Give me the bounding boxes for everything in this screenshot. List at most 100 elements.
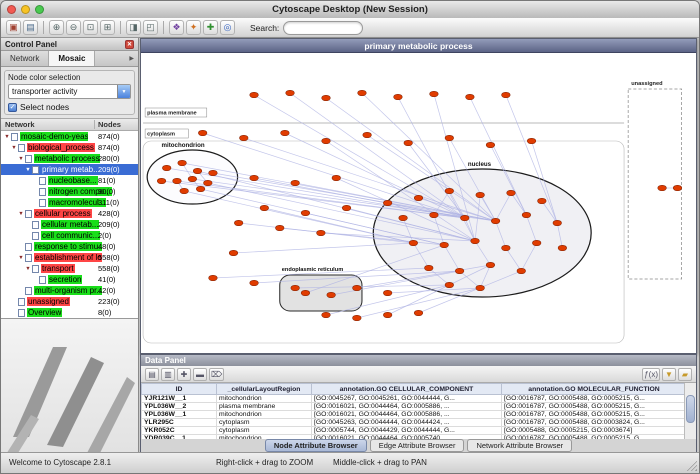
network-node[interactable] [291, 285, 300, 291]
column-header[interactable]: _cellularLayoutRegion [217, 384, 312, 395]
column-header[interactable]: annotation.GO MOLECULAR_FUNCTION [502, 384, 687, 395]
network-node[interactable] [301, 210, 310, 216]
network-node[interactable] [486, 142, 495, 148]
network-node[interactable] [209, 170, 218, 176]
network-node[interactable] [180, 188, 189, 194]
table-cell[interactable]: YPL036W__2 [142, 403, 217, 411]
tree-row[interactable]: nitrogen compo...90(0) [1, 186, 138, 197]
open-session-icon[interactable]: ▤ [23, 20, 38, 35]
network-node[interactable] [383, 290, 392, 296]
zoom-out-icon[interactable]: ⊖ [66, 20, 81, 35]
table-row[interactable]: YLR295Ccytoplasm[GO:0045263, GO:0044444,… [142, 419, 687, 427]
network-node[interactable] [658, 185, 667, 191]
zoom-in-icon[interactable]: ⊕ [49, 20, 64, 35]
tree-row[interactable]: ▼cellular process428(0) [1, 208, 138, 219]
network-node[interactable] [250, 280, 259, 286]
table-row[interactable]: YDR039C__1mitochondrion[GO:0016021, GO:0… [142, 435, 687, 440]
network-node[interactable] [460, 215, 469, 221]
show-graphics-details-icon[interactable]: ◨ [126, 20, 141, 35]
network-node[interactable] [404, 140, 413, 146]
tree-row[interactable]: ▼metabolic process280(0) [1, 153, 138, 164]
table-cell[interactable]: cytoplasm [217, 427, 312, 435]
color-attribute-dropdown[interactable]: transporter activity ▼ [8, 84, 131, 99]
table-cell[interactable]: YPL036W__1 [142, 411, 217, 419]
tab-mosaic[interactable]: Mosaic [49, 51, 95, 66]
network-node[interactable] [353, 285, 362, 291]
network-node[interactable] [291, 180, 300, 186]
network-node[interactable] [301, 290, 310, 296]
table-cell[interactable]: [GO:0045263, GO:0044444, GO:0044424, ... [312, 419, 502, 427]
network-node[interactable] [445, 135, 454, 141]
network-node[interactable] [445, 282, 454, 288]
expander-icon[interactable]: ▼ [24, 266, 32, 272]
tree-row[interactable]: response to stimu...48(0) [1, 241, 138, 252]
table-cell[interactable]: mitochondrion [217, 411, 312, 419]
network-node[interactable] [527, 138, 536, 144]
network-node[interactable] [476, 192, 485, 198]
tree-row[interactable]: secretion41(0) [1, 274, 138, 285]
zoom-selected-icon[interactable]: ⊡ [83, 20, 98, 35]
tree-row[interactable]: cell communic...2(0) [1, 230, 138, 241]
expander-icon[interactable]: ▼ [10, 145, 18, 151]
vizmapper-icon[interactable]: ✦ [186, 20, 201, 35]
table-cell[interactable]: YKR052C [142, 427, 217, 435]
network-node[interactable] [502, 92, 511, 98]
table-cell[interactable]: [GO:0005744, GO:0044429, GO:0044444, G..… [312, 427, 502, 435]
tab-network[interactable]: Network [1, 51, 49, 66]
tree-row[interactable]: unassigned223(0) [1, 296, 138, 307]
network-node[interactable] [275, 225, 284, 231]
table-cell[interactable]: plasma membrane [217, 403, 312, 411]
network-node[interactable] [471, 238, 480, 244]
network-node[interactable] [322, 138, 331, 144]
tree-row[interactable]: ▼primary metab...209(0) [1, 164, 138, 175]
network-node[interactable] [538, 198, 547, 204]
network-node[interactable] [322, 95, 331, 101]
column-header[interactable]: annotation.GO CELLULAR_COMPONENT [312, 384, 502, 395]
table-cell[interactable]: [GO:0016787, GO:0005488, GO:0005215, G..… [502, 435, 687, 440]
network-node[interactable] [455, 268, 464, 274]
network-node[interactable] [281, 130, 290, 136]
table-row[interactable]: YKR052Ccytoplasm[GO:0005744, GO:0044429,… [142, 427, 687, 435]
close-window-button[interactable] [7, 5, 16, 14]
formula-builder-icon[interactable]: ƒ(x) [642, 368, 660, 381]
tree-row[interactable]: Overview8(0) [1, 307, 138, 318]
network-node[interactable] [424, 265, 433, 271]
network-node[interactable] [383, 312, 392, 318]
close-panel-icon[interactable]: ✕ [125, 40, 134, 49]
table-cell[interactable]: mitochondrion [217, 395, 312, 403]
table-cell[interactable]: [GO:0016787, GO:0005488, GO:0005215, G..… [502, 403, 687, 411]
expander-icon[interactable]: ▼ [24, 167, 32, 173]
tab-scroll-right-icon[interactable]: ▶ [125, 51, 138, 66]
tree-row[interactable]: cellular metab...209(0) [1, 219, 138, 230]
network-node[interactable] [327, 292, 336, 298]
unselect-attributes-icon[interactable]: ▥ [161, 368, 175, 381]
expander-icon[interactable]: ▼ [17, 211, 25, 217]
select-nodes-checkbox[interactable]: ✓ [8, 103, 17, 112]
network-node[interactable] [193, 168, 202, 174]
network-node[interactable] [414, 310, 423, 316]
trash-icon[interactable]: ⌦ [209, 368, 224, 381]
table-cell[interactable]: mitochondrion [217, 435, 312, 440]
network-node[interactable] [358, 90, 367, 96]
tree-row[interactable]: ▼establishment of lo...558(0) [1, 252, 138, 263]
network-node[interactable] [188, 176, 197, 182]
tab-node-attribute-browser[interactable]: Node Attribute Browser [265, 439, 367, 452]
network-overview-icon[interactable]: ◰ [143, 20, 158, 35]
table-cell[interactable]: YLR295C [142, 419, 217, 427]
network-node[interactable] [286, 90, 295, 96]
network-node[interactable] [239, 135, 248, 141]
save-session-icon[interactable]: ▣ [6, 20, 21, 35]
manage-plugins-icon[interactable]: ✚ [203, 20, 218, 35]
table-row[interactable]: YPL036W__2plasma membrane[GO:0016021, GO… [142, 403, 687, 411]
expander-icon[interactable]: ▼ [3, 134, 11, 140]
tree-row[interactable]: multi-organism pr...42(0) [1, 285, 138, 296]
network-node[interactable] [198, 130, 207, 136]
network-node[interactable] [196, 186, 205, 192]
table-row[interactable]: YPL036W__1mitochondrion[GO:0016021, GO:0… [142, 411, 687, 419]
network-node[interactable] [673, 185, 682, 191]
network-node[interactable] [440, 242, 449, 248]
apply-layout-icon[interactable]: ❖ [169, 20, 184, 35]
expander-icon[interactable]: ▼ [17, 156, 25, 162]
tab-edge-attribute-browser[interactable]: Edge Attribute Browser [370, 439, 465, 452]
network-node[interactable] [229, 250, 238, 256]
